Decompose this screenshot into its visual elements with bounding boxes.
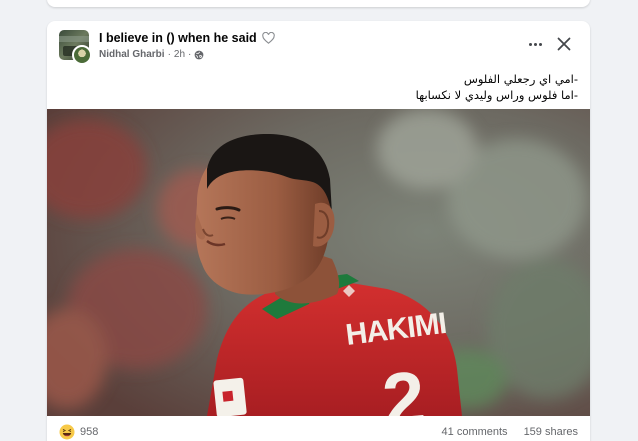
haha-reaction-icon	[59, 424, 75, 440]
previous-post-card-edge	[47, 0, 590, 7]
more-options-button[interactable]	[522, 33, 548, 55]
engagement-stats: 41 comments 159 shares	[442, 426, 578, 438]
post-footer: 958 41 comments 159 shares	[47, 421, 590, 441]
post-meta: Nidhal Gharbi · 2h ·	[99, 49, 204, 60]
post-card: I believe in () when he said Nidhal Ghar…	[47, 21, 590, 441]
post-text-line-1: -امي اي رجعلي الفلوس	[463, 72, 578, 86]
close-icon	[557, 37, 571, 51]
meta-separator-2: ·	[188, 49, 192, 60]
author-avatar[interactable]	[72, 45, 92, 65]
post-photo[interactable]: HAKIMI 2	[47, 109, 590, 416]
meta-separator: ·	[167, 49, 171, 60]
jersey-number-label: 2	[379, 356, 429, 416]
globe-icon	[195, 50, 204, 59]
player-photo-illustration: HAKIMI 2	[47, 109, 590, 416]
post-text: -امي اي رجعلي الفلوس -اما فلوس وراس وليد…	[58, 71, 578, 103]
group-name-link[interactable]: I believe in () when he said	[99, 31, 257, 45]
author-name-link[interactable]: Nidhal Gharbi	[99, 49, 165, 60]
heart-outline-icon[interactable]	[261, 32, 275, 44]
more-options-icon	[528, 42, 532, 46]
reaction-count[interactable]: 958	[80, 426, 98, 438]
reaction-summary[interactable]: 958	[59, 424, 98, 440]
post-timestamp[interactable]: 2h	[174, 49, 185, 60]
close-post-button[interactable]	[552, 32, 576, 56]
post-title-row: I believe in () when he said	[99, 31, 275, 45]
comments-count-link[interactable]: 41 comments	[442, 426, 508, 438]
shares-count-link[interactable]: 159 shares	[524, 426, 578, 438]
post-text-line-2: -اما فلوس وراس وليدي لا نكسابها	[415, 88, 578, 102]
post-header: I believe in () when he said Nidhal Ghar…	[47, 21, 590, 69]
